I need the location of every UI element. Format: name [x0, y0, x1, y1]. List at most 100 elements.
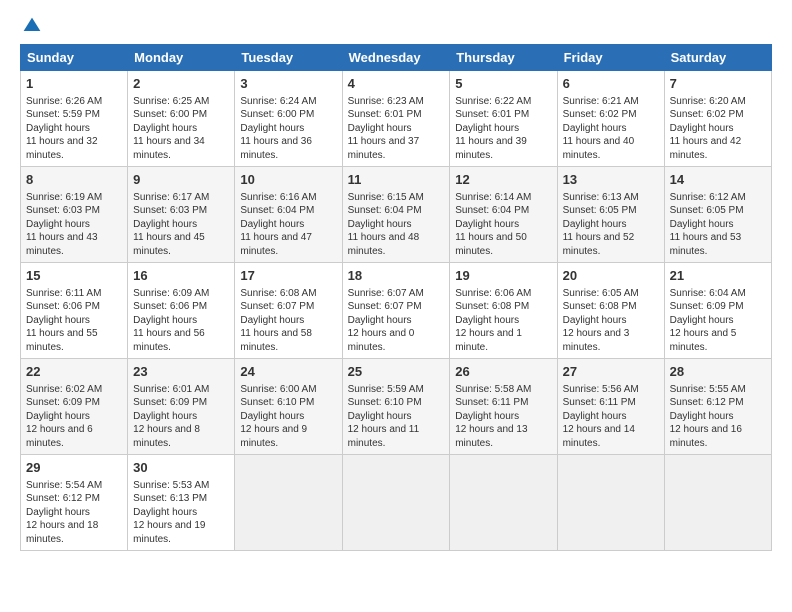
calendar-cell: 8Sunrise: 6:19 AMSunset: 6:03 PMDaylight… [21, 167, 128, 263]
sunset-label: Sunset: 6:07 PM [348, 301, 422, 312]
day-number: 17 [240, 267, 336, 285]
calendar-cell: 2Sunrise: 6:25 AMSunset: 6:00 PMDaylight… [128, 71, 235, 167]
calendar-cell: 12Sunrise: 6:14 AMSunset: 6:04 PMDayligh… [450, 167, 557, 263]
sunset-label: Sunset: 6:04 PM [455, 205, 529, 216]
daylight-label: Daylight hours [26, 123, 90, 134]
sunset-label: Sunset: 6:04 PM [240, 205, 314, 216]
sunrise-label: Sunrise: 5:53 AM [133, 480, 209, 491]
calendar-cell: 11Sunrise: 6:15 AMSunset: 6:04 PMDayligh… [342, 167, 450, 263]
sunrise-label: Sunrise: 6:19 AM [26, 192, 102, 203]
day-number: 14 [670, 171, 766, 189]
daylight-label: Daylight hours [240, 219, 304, 230]
daylight-label: Daylight hours [455, 219, 519, 230]
calendar-cell: 15Sunrise: 6:11 AMSunset: 6:06 PMDayligh… [21, 263, 128, 359]
daylight-label: Daylight hours [133, 411, 197, 422]
calendar-header-wednesday: Wednesday [342, 45, 450, 71]
day-number: 23 [133, 363, 229, 381]
calendar-cell: 14Sunrise: 6:12 AMSunset: 6:05 PMDayligh… [664, 167, 771, 263]
day-number: 24 [240, 363, 336, 381]
daylight-value: 11 hours and 45 minutes. [133, 232, 205, 257]
daylight-value: 11 hours and 37 minutes. [348, 136, 420, 161]
sunset-label: Sunset: 6:05 PM [563, 205, 637, 216]
daylight-value: 12 hours and 14 minutes. [563, 424, 635, 449]
day-number: 2 [133, 75, 229, 93]
sunset-label: Sunset: 6:06 PM [26, 301, 100, 312]
calendar-cell: 23Sunrise: 6:01 AMSunset: 6:09 PMDayligh… [128, 359, 235, 455]
sunset-label: Sunset: 6:03 PM [133, 205, 207, 216]
calendar-cell: 4Sunrise: 6:23 AMSunset: 6:01 PMDaylight… [342, 71, 450, 167]
daylight-value: 11 hours and 34 minutes. [133, 136, 205, 161]
daylight-value: 11 hours and 55 minutes. [26, 328, 98, 353]
daylight-label: Daylight hours [26, 507, 90, 518]
sunrise-label: Sunrise: 6:01 AM [133, 384, 209, 395]
sunrise-label: Sunrise: 6:09 AM [133, 288, 209, 299]
day-number: 29 [26, 459, 122, 477]
calendar-header-thursday: Thursday [450, 45, 557, 71]
sunset-label: Sunset: 6:12 PM [26, 493, 100, 504]
calendar-cell: 28Sunrise: 5:55 AMSunset: 6:12 PMDayligh… [664, 359, 771, 455]
sunrise-label: Sunrise: 6:16 AM [240, 192, 316, 203]
daylight-label: Daylight hours [563, 219, 627, 230]
daylight-value: 12 hours and 13 minutes. [455, 424, 527, 449]
daylight-label: Daylight hours [563, 315, 627, 326]
calendar-cell: 13Sunrise: 6:13 AMSunset: 6:05 PMDayligh… [557, 167, 664, 263]
day-number: 5 [455, 75, 551, 93]
day-number: 11 [348, 171, 445, 189]
sunset-label: Sunset: 6:10 PM [348, 397, 422, 408]
daylight-value: 12 hours and 11 minutes. [348, 424, 420, 449]
daylight-label: Daylight hours [455, 123, 519, 134]
daylight-label: Daylight hours [26, 219, 90, 230]
daylight-value: 11 hours and 47 minutes. [240, 232, 312, 257]
sunrise-label: Sunrise: 6:02 AM [26, 384, 102, 395]
calendar-week-1: 1Sunrise: 6:26 AMSunset: 5:59 PMDaylight… [21, 71, 772, 167]
sunrise-label: Sunrise: 6:08 AM [240, 288, 316, 299]
calendar-week-4: 22Sunrise: 6:02 AMSunset: 6:09 PMDayligh… [21, 359, 772, 455]
calendar-cell: 19Sunrise: 6:06 AMSunset: 6:08 PMDayligh… [450, 263, 557, 359]
sunrise-label: Sunrise: 5:55 AM [670, 384, 746, 395]
sunrise-label: Sunrise: 6:22 AM [455, 96, 531, 107]
day-number: 13 [563, 171, 659, 189]
sunrise-label: Sunrise: 6:12 AM [670, 192, 746, 203]
sunset-label: Sunset: 6:00 PM [240, 109, 314, 120]
daylight-value: 11 hours and 36 minutes. [240, 136, 312, 161]
sunset-label: Sunset: 6:09 PM [670, 301, 744, 312]
sunset-label: Sunset: 6:12 PM [670, 397, 744, 408]
calendar-cell: 1Sunrise: 6:26 AMSunset: 5:59 PMDaylight… [21, 71, 128, 167]
calendar-cell: 9Sunrise: 6:17 AMSunset: 6:03 PMDaylight… [128, 167, 235, 263]
sunset-label: Sunset: 6:01 PM [348, 109, 422, 120]
calendar-cell: 25Sunrise: 5:59 AMSunset: 6:10 PMDayligh… [342, 359, 450, 455]
daylight-value: 12 hours and 9 minutes. [240, 424, 307, 449]
day-number: 6 [563, 75, 659, 93]
daylight-label: Daylight hours [348, 411, 412, 422]
calendar-cell: 21Sunrise: 6:04 AMSunset: 6:09 PMDayligh… [664, 263, 771, 359]
sunrise-label: Sunrise: 6:24 AM [240, 96, 316, 107]
calendar-cell: 10Sunrise: 6:16 AMSunset: 6:04 PMDayligh… [235, 167, 342, 263]
day-number: 12 [455, 171, 551, 189]
calendar-header-saturday: Saturday [664, 45, 771, 71]
calendar-cell: 29Sunrise: 5:54 AMSunset: 6:12 PMDayligh… [21, 455, 128, 551]
sunrise-label: Sunrise: 6:04 AM [670, 288, 746, 299]
day-number: 7 [670, 75, 766, 93]
daylight-value: 11 hours and 32 minutes. [26, 136, 98, 161]
sunrise-label: Sunrise: 6:21 AM [563, 96, 639, 107]
sunset-label: Sunset: 6:04 PM [348, 205, 422, 216]
daylight-value: 12 hours and 3 minutes. [563, 328, 630, 353]
daylight-value: 11 hours and 39 minutes. [455, 136, 527, 161]
sunset-label: Sunset: 6:06 PM [133, 301, 207, 312]
day-number: 21 [670, 267, 766, 285]
daylight-label: Daylight hours [26, 315, 90, 326]
calendar-cell: 18Sunrise: 6:07 AMSunset: 6:07 PMDayligh… [342, 263, 450, 359]
sunrise-label: Sunrise: 6:23 AM [348, 96, 424, 107]
calendar-cell: 16Sunrise: 6:09 AMSunset: 6:06 PMDayligh… [128, 263, 235, 359]
day-number: 3 [240, 75, 336, 93]
calendar-cell [450, 455, 557, 551]
daylight-value: 11 hours and 52 minutes. [563, 232, 635, 257]
daylight-value: 12 hours and 5 minutes. [670, 328, 737, 353]
daylight-label: Daylight hours [26, 411, 90, 422]
day-number: 20 [563, 267, 659, 285]
daylight-label: Daylight hours [240, 123, 304, 134]
sunset-label: Sunset: 5:59 PM [26, 109, 100, 120]
calendar-week-3: 15Sunrise: 6:11 AMSunset: 6:06 PMDayligh… [21, 263, 772, 359]
calendar-week-2: 8Sunrise: 6:19 AMSunset: 6:03 PMDaylight… [21, 167, 772, 263]
sunrise-label: Sunrise: 5:58 AM [455, 384, 531, 395]
